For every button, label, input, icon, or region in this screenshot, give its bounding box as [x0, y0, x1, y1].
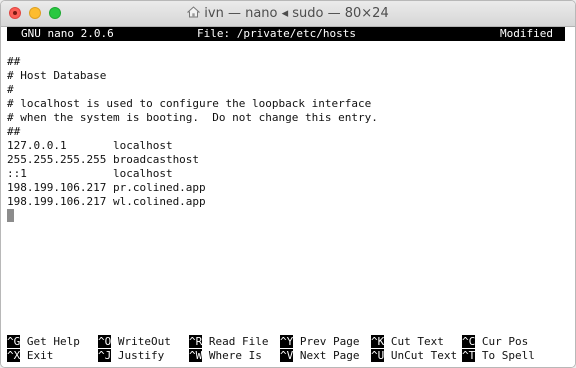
- modified-status: Modified: [500, 27, 553, 40]
- shortcut-key: ^X: [7, 349, 21, 362]
- shortcut-to-spell[interactable]: ^T To Spell: [462, 349, 535, 363]
- shortcut-cur-pos[interactable]: ^C Cur Pos: [462, 335, 528, 349]
- shortcut-key: ^W: [189, 349, 203, 362]
- shortcut-label: Justify: [117, 349, 165, 362]
- shortcut-label: Cur Pos: [481, 335, 529, 348]
- window-title: ivn — nano ◂ sudo — 80×24: [204, 6, 389, 21]
- shortcut-key: ^C: [462, 335, 476, 348]
- shortcut-label: Prev Page: [299, 335, 360, 348]
- shortcut-key: ^R: [189, 335, 203, 348]
- shortcut-where-is[interactable]: ^W Where Is: [189, 349, 262, 363]
- shortcut-key: ^K: [371, 335, 385, 348]
- nano-header-bar: GNU nano 2.0.6 File: /private/etc/hosts …: [7, 27, 565, 41]
- shortcut-key: ^U: [371, 349, 385, 362]
- shortcut-read-file[interactable]: ^R Read File: [189, 335, 268, 349]
- shortcut-cut-text[interactable]: ^K Cut Text: [371, 335, 444, 349]
- shortcut-key: ^T: [462, 349, 476, 362]
- title-bar[interactable]: ivn — nano ◂ sudo — 80×24: [1, 1, 575, 27]
- shortcut-label: Get Help: [26, 335, 80, 348]
- file-content[interactable]: ## # Host Database # # localhost is used…: [7, 55, 378, 209]
- shortcut-key: ^G: [7, 335, 21, 348]
- shortcut-get-help[interactable]: ^G Get Help: [7, 335, 80, 349]
- shortcut-label: Read File: [208, 335, 269, 348]
- shortcut-label: To Spell: [481, 349, 535, 362]
- shortcut-uncut-text[interactable]: ^U UnCut Text: [371, 349, 457, 363]
- shortcut-exit[interactable]: ^X Exit: [7, 349, 53, 363]
- shortcut-writeout[interactable]: ^O WriteOut: [98, 335, 171, 349]
- text-cursor: [7, 209, 14, 222]
- shortcut-justify[interactable]: ^J Justify: [98, 349, 164, 363]
- home-folder-icon: [187, 6, 201, 18]
- shortcut-label: Cut Text: [390, 335, 444, 348]
- terminal-window: ivn — nano ◂ sudo — 80×24 GNU nano 2.0.6…: [0, 0, 576, 368]
- shortcut-label: UnCut Text: [390, 349, 458, 362]
- nano-version: GNU nano 2.0.6: [21, 27, 114, 40]
- shortcut-label: Next Page: [299, 349, 360, 362]
- terminal-area[interactable]: GNU nano 2.0.6 File: /private/etc/hosts …: [1, 27, 575, 367]
- shortcut-key: ^V: [280, 349, 294, 362]
- shortcut-label: Exit: [26, 349, 54, 362]
- shortcut-key: ^O: [98, 335, 112, 348]
- file-name: File: /private/etc/hosts: [197, 27, 356, 40]
- shortcut-prev-page[interactable]: ^Y Prev Page: [280, 335, 359, 349]
- shortcut-label: WriteOut: [117, 335, 171, 348]
- shortcut-key: ^Y: [280, 335, 294, 348]
- shortcut-key: ^J: [98, 349, 112, 362]
- shortcut-label: Where Is: [208, 349, 262, 362]
- shortcut-next-page[interactable]: ^V Next Page: [280, 349, 359, 363]
- window-title-container: ivn — nano ◂ sudo — 80×24: [1, 6, 575, 21]
